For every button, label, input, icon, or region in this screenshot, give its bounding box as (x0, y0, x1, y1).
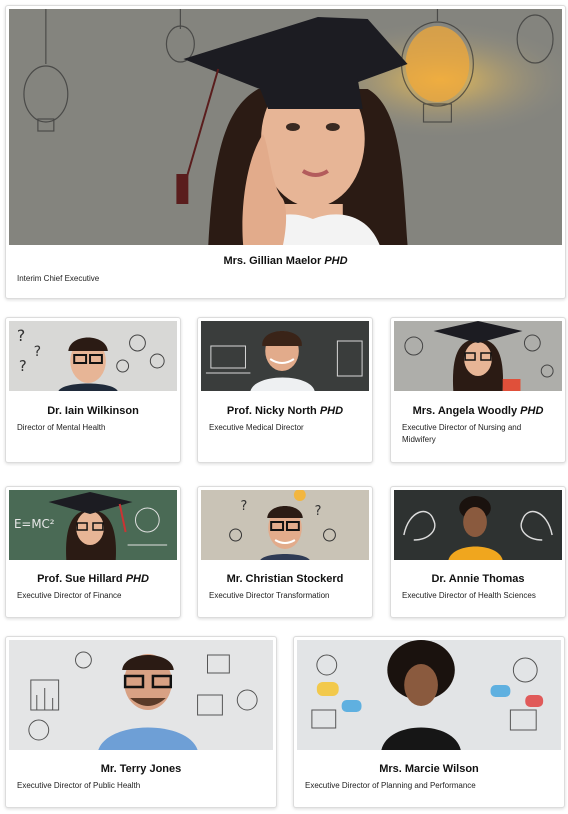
svg-text:E=MC²: E=MC² (14, 517, 55, 531)
person-name: Mr. Christian Stockerd (226, 573, 344, 585)
person-role: Interim Chief Executive (17, 274, 100, 283)
person-photo: ? ? ? (9, 321, 177, 391)
person-role: Director of Mental Health (17, 423, 106, 432)
person-card-nicky-north[interactable]: Prof. Nicky North PHD Executive Medical … (197, 317, 373, 463)
person-name: Mr. Terry Jones (100, 763, 182, 775)
person-name: Mrs. Marcie Wilson (379, 763, 479, 775)
person-name: Mrs. Gillian Maelor PHD (223, 255, 348, 267)
person-photo (9, 9, 562, 245)
svg-text:?: ? (315, 504, 322, 519)
person-role: Executive Director of Finance (17, 591, 122, 600)
person-name: Mrs. Angela Woodly PHD (412, 405, 544, 417)
person-card-christian-stockerd[interactable]: ? ? Mr. Christian Stockerd Executive Dir… (197, 486, 373, 618)
person-card-angela-woodly[interactable]: Mrs. Angela Woodly PHD Executive Directo… (390, 317, 566, 463)
person-photo (297, 640, 561, 750)
person-card-gillian-maelor[interactable]: Mrs. Gillian Maelor PHD Interim Chief Ex… (5, 5, 566, 299)
svg-text:?: ? (241, 499, 248, 514)
person-role: Executive Director of Public Health (17, 781, 141, 790)
person-card-annie-thomas[interactable]: Dr. Annie Thomas Executive Director of H… (390, 486, 566, 618)
person-photo: E=MC² (9, 490, 177, 560)
person-card-marcie-wilson[interactable]: Mrs. Marcie Wilson Executive Director of… (293, 636, 565, 808)
person-name: Dr. Iain Wilkinson (47, 405, 139, 417)
person-photo: ? ? (201, 490, 369, 560)
person-card-iain-wilkinson[interactable]: ? ? ? Dr. Iain Wilkinson Director of Men… (5, 317, 181, 463)
person-name: Prof. Sue Hillard PHD (37, 573, 149, 585)
person-name: Dr. Annie Thomas (431, 573, 525, 585)
person-card-terry-jones[interactable]: Mr. Terry Jones Executive Director of Pu… (5, 636, 277, 808)
person-photo (394, 490, 562, 560)
person-photo (201, 321, 369, 391)
person-role: Executive Director of Health Sciences (402, 591, 536, 600)
svg-text:?: ? (19, 357, 27, 375)
person-card-sue-hillard[interactable]: E=MC² Prof. Sue Hillard PHD Executive Di… (5, 486, 181, 618)
person-role: Executive Director Transformation (209, 591, 330, 600)
person-role: Executive Director of Nursing and Midwif… (402, 423, 522, 444)
person-photo (9, 640, 273, 750)
svg-text:?: ? (17, 326, 25, 345)
person-role: Executive Director of Planning and Perfo… (305, 781, 476, 790)
person-photo (394, 321, 562, 391)
person-role: Executive Medical Director (209, 423, 304, 432)
person-name: Prof. Nicky North PHD (226, 405, 344, 417)
svg-text:?: ? (34, 344, 41, 360)
